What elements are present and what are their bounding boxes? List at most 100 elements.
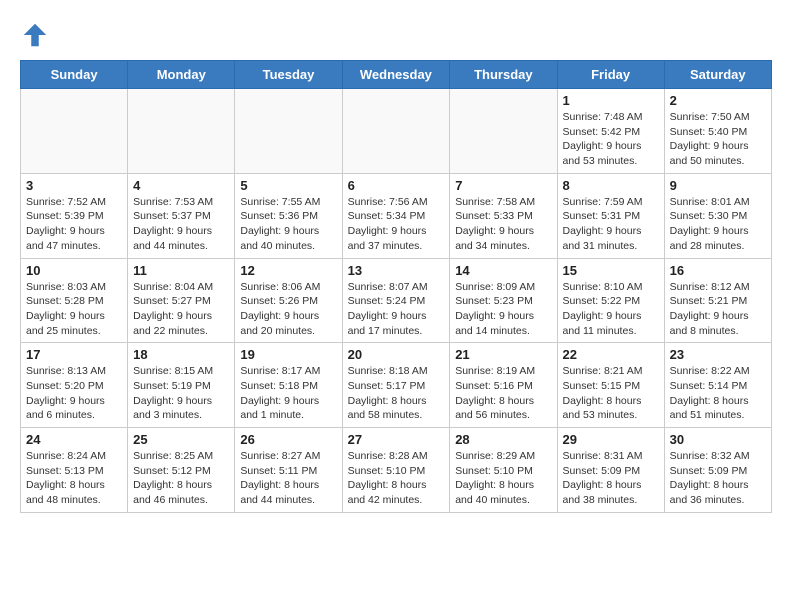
- calendar-week-row: 10 Sunrise: 8:03 AM Sunset: 5:28 PM Dayli…: [21, 258, 772, 343]
- calendar-cell: 6Sunrise: 7:56 AM Sunset: 5:34 PM Daylig…: [342, 173, 450, 258]
- weekday-header: Wednesday: [342, 61, 450, 89]
- calendar-cell: [128, 89, 235, 174]
- calendar-cell: 26Sunrise: 8:27 AM Sunset: 5:11 PM Dayli…: [235, 428, 342, 513]
- calendar-body: 1Sunrise: 7:48 AM Sunset: 5:42 PM Daylig…: [21, 89, 772, 513]
- calendar-cell: 5 Sunrise: 7:55 AM Sunset: 5:36 PM Daylig…: [235, 173, 342, 258]
- calendar-cell: 29 Sunrise: 8:31 AM Sunset: 5:09 PM Dayli…: [557, 428, 664, 513]
- day-number: 5: [240, 178, 336, 193]
- calendar-cell: 3 Sunrise: 7:52 AM Sunset: 5:39 PM Daylig…: [21, 173, 128, 258]
- weekday-header: Monday: [128, 61, 235, 89]
- day-info: Sunrise: 8:12 AM Sunset: 5:21 PM Dayligh…: [670, 280, 766, 339]
- calendar-cell: [235, 89, 342, 174]
- day-info: Sunrise: 8:01 AM Sunset: 5:30 PM Dayligh…: [670, 195, 766, 254]
- day-info: Sunrise: 8:21 AM Sunset: 5:15 PM Dayligh…: [563, 364, 659, 423]
- day-info: Sunrise: 7:52 AM Sunset: 5:39 PM Dayligh…: [26, 195, 122, 254]
- day-number: 25: [133, 432, 229, 447]
- calendar-cell: 2 Sunrise: 7:50 AM Sunset: 5:40 PM Daylig…: [664, 89, 771, 174]
- calendar-cell: 10 Sunrise: 8:03 AM Sunset: 5:28 PM Dayli…: [21, 258, 128, 343]
- day-info: Sunrise: 8:19 AM Sunset: 5:16 PM Dayligh…: [455, 364, 551, 423]
- calendar-cell: 23 Sunrise: 8:22 AM Sunset: 5:14 PM Dayli…: [664, 343, 771, 428]
- weekday-header: Saturday: [664, 61, 771, 89]
- day-info: Sunrise: 7:55 AM Sunset: 5:36 PM Dayligh…: [240, 195, 336, 254]
- day-info: Sunrise: 7:53 AM Sunset: 5:37 PM Dayligh…: [133, 195, 229, 254]
- day-info: Sunrise: 8:28 AM Sunset: 5:10 PM Dayligh…: [348, 449, 445, 508]
- day-number: 16: [670, 263, 766, 278]
- day-number: 7: [455, 178, 551, 193]
- calendar-cell: [342, 89, 450, 174]
- calendar-cell: [450, 89, 557, 174]
- day-info: Sunrise: 8:24 AM Sunset: 5:13 PM Dayligh…: [26, 449, 122, 508]
- calendar-week-row: 3 Sunrise: 7:52 AM Sunset: 5:39 PM Daylig…: [21, 173, 772, 258]
- calendar-cell: 11 Sunrise: 8:04 AM Sunset: 5:27 PM Dayli…: [128, 258, 235, 343]
- weekday-header: Sunday: [21, 61, 128, 89]
- day-info: Sunrise: 8:31 AM Sunset: 5:09 PM Dayligh…: [563, 449, 659, 508]
- day-number: 15: [563, 263, 659, 278]
- calendar-week-row: 1Sunrise: 7:48 AM Sunset: 5:42 PM Daylig…: [21, 89, 772, 174]
- day-number: 24: [26, 432, 122, 447]
- day-info: Sunrise: 7:56 AM Sunset: 5:34 PM Dayligh…: [348, 195, 445, 254]
- logo: [20, 20, 55, 50]
- calendar-cell: 12 Sunrise: 8:06 AM Sunset: 5:26 PM Dayli…: [235, 258, 342, 343]
- calendar-week-row: 17 Sunrise: 8:13 AM Sunset: 5:20 PM Dayli…: [21, 343, 772, 428]
- day-number: 10: [26, 263, 122, 278]
- calendar-cell: 24 Sunrise: 8:24 AM Sunset: 5:13 PM Dayli…: [21, 428, 128, 513]
- day-info: Sunrise: 8:13 AM Sunset: 5:20 PM Dayligh…: [26, 364, 122, 423]
- day-number: 29: [563, 432, 659, 447]
- calendar-cell: 8Sunrise: 7:59 AM Sunset: 5:31 PM Daylig…: [557, 173, 664, 258]
- day-info: Sunrise: 8:17 AM Sunset: 5:18 PM Dayligh…: [240, 364, 336, 423]
- calendar-cell: 20 Sunrise: 8:18 AM Sunset: 5:17 PM Dayli…: [342, 343, 450, 428]
- day-number: 12: [240, 263, 336, 278]
- day-number: 17: [26, 347, 122, 362]
- day-info: Sunrise: 8:32 AM Sunset: 5:09 PM Dayligh…: [670, 449, 766, 508]
- calendar-cell: 9 Sunrise: 8:01 AM Sunset: 5:30 PM Daylig…: [664, 173, 771, 258]
- calendar-cell: 4Sunrise: 7:53 AM Sunset: 5:37 PM Daylig…: [128, 173, 235, 258]
- day-info: Sunrise: 8:03 AM Sunset: 5:28 PM Dayligh…: [26, 280, 122, 339]
- day-number: 3: [26, 178, 122, 193]
- day-info: Sunrise: 8:15 AM Sunset: 5:19 PM Dayligh…: [133, 364, 229, 423]
- day-number: 30: [670, 432, 766, 447]
- weekday-header: Friday: [557, 61, 664, 89]
- day-info: Sunrise: 8:06 AM Sunset: 5:26 PM Dayligh…: [240, 280, 336, 339]
- calendar-cell: 17 Sunrise: 8:13 AM Sunset: 5:20 PM Dayli…: [21, 343, 128, 428]
- day-info: Sunrise: 7:58 AM Sunset: 5:33 PM Dayligh…: [455, 195, 551, 254]
- calendar-header: SundayMondayTuesdayWednesdayThursdayFrid…: [21, 61, 772, 89]
- day-info: Sunrise: 8:04 AM Sunset: 5:27 PM Dayligh…: [133, 280, 229, 339]
- weekday-header: Tuesday: [235, 61, 342, 89]
- day-number: 20: [348, 347, 445, 362]
- logo-icon: [20, 20, 50, 50]
- day-number: 23: [670, 347, 766, 362]
- day-number: 2: [670, 93, 766, 108]
- day-number: 18: [133, 347, 229, 362]
- day-number: 8: [563, 178, 659, 193]
- calendar-cell: 30 Sunrise: 8:32 AM Sunset: 5:09 PM Dayli…: [664, 428, 771, 513]
- calendar-cell: 18 Sunrise: 8:15 AM Sunset: 5:19 PM Dayli…: [128, 343, 235, 428]
- day-info: Sunrise: 8:22 AM Sunset: 5:14 PM Dayligh…: [670, 364, 766, 423]
- calendar-cell: 25 Sunrise: 8:25 AM Sunset: 5:12 PM Dayli…: [128, 428, 235, 513]
- day-number: 13: [348, 263, 445, 278]
- day-number: 22: [563, 347, 659, 362]
- day-info: Sunrise: 8:18 AM Sunset: 5:17 PM Dayligh…: [348, 364, 445, 423]
- calendar: SundayMondayTuesdayWednesdayThursdayFrid…: [20, 60, 772, 513]
- day-number: 14: [455, 263, 551, 278]
- day-number: 9: [670, 178, 766, 193]
- weekday-row: SundayMondayTuesdayWednesdayThursdayFrid…: [21, 61, 772, 89]
- day-number: 11: [133, 263, 229, 278]
- calendar-cell: 1Sunrise: 7:48 AM Sunset: 5:42 PM Daylig…: [557, 89, 664, 174]
- calendar-cell: 14 Sunrise: 8:09 AM Sunset: 5:23 PM Dayli…: [450, 258, 557, 343]
- calendar-cell: 13 Sunrise: 8:07 AM Sunset: 5:24 PM Dayli…: [342, 258, 450, 343]
- day-number: 28: [455, 432, 551, 447]
- calendar-cell: 21Sunrise: 8:19 AM Sunset: 5:16 PM Dayli…: [450, 343, 557, 428]
- day-number: 27: [348, 432, 445, 447]
- calendar-cell: 22 Sunrise: 8:21 AM Sunset: 5:15 PM Dayli…: [557, 343, 664, 428]
- day-info: Sunrise: 7:50 AM Sunset: 5:40 PM Dayligh…: [670, 110, 766, 169]
- day-info: Sunrise: 8:09 AM Sunset: 5:23 PM Dayligh…: [455, 280, 551, 339]
- day-info: Sunrise: 8:29 AM Sunset: 5:10 PM Dayligh…: [455, 449, 551, 508]
- day-info: Sunrise: 8:25 AM Sunset: 5:12 PM Dayligh…: [133, 449, 229, 508]
- weekday-header: Thursday: [450, 61, 557, 89]
- calendar-cell: 28 Sunrise: 8:29 AM Sunset: 5:10 PM Dayli…: [450, 428, 557, 513]
- day-info: Sunrise: 8:07 AM Sunset: 5:24 PM Dayligh…: [348, 280, 445, 339]
- calendar-cell: 27 Sunrise: 8:28 AM Sunset: 5:10 PM Dayli…: [342, 428, 450, 513]
- calendar-cell: 15Sunrise: 8:10 AM Sunset: 5:22 PM Dayli…: [557, 258, 664, 343]
- header: [20, 20, 772, 50]
- day-info: Sunrise: 8:27 AM Sunset: 5:11 PM Dayligh…: [240, 449, 336, 508]
